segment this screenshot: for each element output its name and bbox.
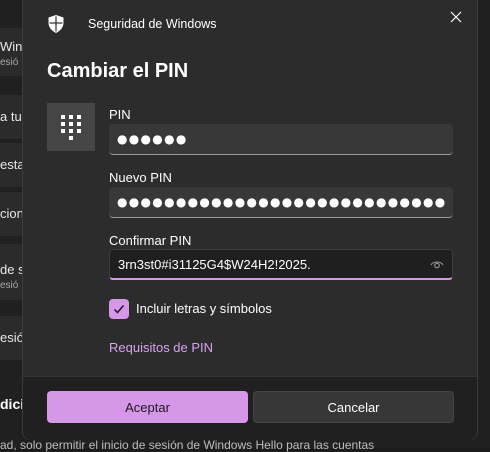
bg-row-subtitle: esió <box>0 57 19 68</box>
pin-masked-value: ●●●●●● <box>117 132 188 146</box>
pin-label: PIN <box>109 107 131 122</box>
close-button[interactable] <box>441 4 471 30</box>
include-symbols-label[interactable]: Incluir letras y símbolos <box>136 301 272 316</box>
pin-field[interactable]: ●●●●●● <box>109 124 453 155</box>
bg-row-title: a tu <box>0 109 22 124</box>
bg-row-title: esió <box>0 330 24 345</box>
bg-row-title: de s <box>0 262 25 277</box>
include-symbols-checkbox[interactable] <box>109 299 129 319</box>
shield-icon <box>48 15 64 33</box>
dialog-footer: Aceptar Cancelar <box>23 376 477 440</box>
cancel-button[interactable]: Cancelar <box>253 391 454 423</box>
accept-button[interactable]: Aceptar <box>47 391 248 423</box>
close-icon <box>450 11 462 23</box>
dialog-titlebar: Seguridad de Windows <box>23 0 477 48</box>
new-pin-field[interactable]: ●●●●●●●●●●●●●●●●●●●●●●●●●●●● <box>109 187 453 218</box>
app-title: Seguridad de Windows <box>88 17 217 31</box>
pin-requirements-link[interactable]: Requisitos de PIN <box>109 340 213 355</box>
confirm-pin-label: Confirmar PIN <box>109 233 192 248</box>
bg-row-subtitle: esió <box>0 280 19 291</box>
dialog-title: Cambiar el PIN <box>47 60 189 82</box>
eye-icon[interactable] <box>430 258 444 270</box>
new-pin-label: Nuevo PIN <box>109 170 172 185</box>
checkmark-icon <box>113 305 125 314</box>
bg-bottom-text: ad, solo permitir el inicio de sesión de… <box>0 438 375 452</box>
confirm-pin-field[interactable]: 3rn3st0#i31125G4$W24H2!2025. <box>109 249 453 280</box>
change-pin-dialog: Seguridad de Windows Cambiar el PIN PIN … <box>22 0 478 440</box>
confirm-pin-value: 3rn3st0#i31125G4$W24H2!2025. <box>118 256 311 272</box>
bg-row-title: esta <box>0 157 25 172</box>
new-pin-masked-value: ●●●●●●●●●●●●●●●●●●●●●●●●●●●● <box>117 195 447 209</box>
bg-section-heading: dici <box>0 396 25 412</box>
bg-row-title: cion <box>0 206 24 221</box>
keypad-tile <box>47 103 95 151</box>
keypad-icon <box>61 115 81 140</box>
